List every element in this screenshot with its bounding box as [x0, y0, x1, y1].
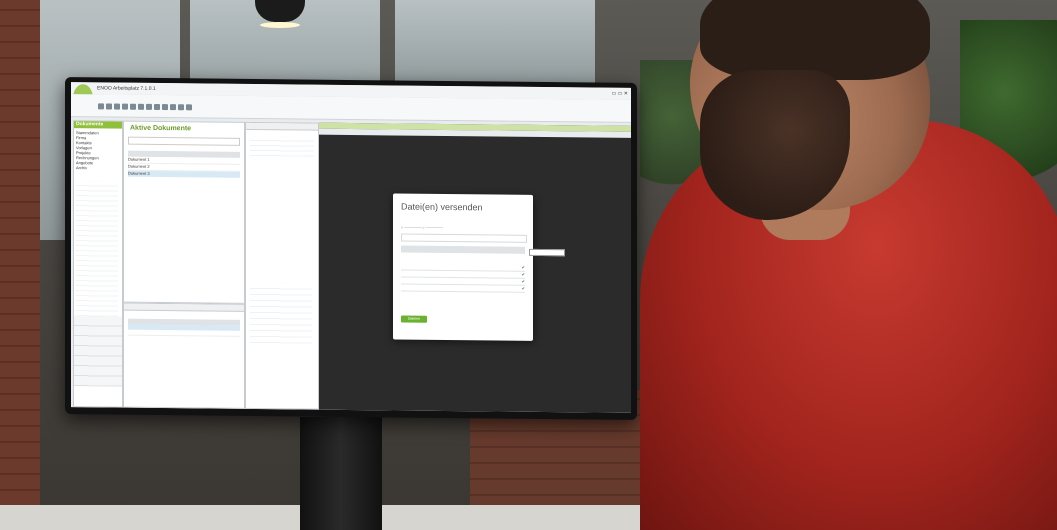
tooltip [529, 248, 565, 257]
details-tree [250, 135, 314, 157]
toolbar-icon[interactable] [114, 103, 120, 110]
check-icon[interactable]: ✔ [522, 265, 525, 271]
tree-list [76, 181, 118, 332]
documents-table-row[interactable]: Dokument 3 [128, 170, 240, 178]
toolbar-icon[interactable] [146, 103, 152, 110]
monitor-stand [300, 417, 382, 530]
check-icon[interactable]: ✔ [522, 272, 525, 278]
details-list [250, 282, 312, 344]
toolbar-icon[interactable] [178, 104, 184, 111]
toolbar-icon[interactable] [138, 103, 144, 110]
toolbar-icon[interactable] [186, 104, 192, 111]
toolbar-icon[interactable] [130, 103, 136, 110]
monitor-screen: ENOO Arbeitsplatz 7.1.0.1 ▭ ▭ ✕ Dokument… [71, 82, 631, 413]
window-controls[interactable]: ▭ ▭ ✕ [612, 88, 628, 100]
documents-panel: Aktive Dokumente Dokument 1 Dokument 2 D… [123, 120, 245, 304]
details-panel [245, 121, 319, 410]
dialog-option[interactable]: ○ ─────── ○ ─────── [401, 226, 443, 230]
recipient-input[interactable] [401, 233, 527, 243]
lamp-light [260, 22, 300, 28]
left-nav-panel: Dokumente Stammdaten Firma Kontakte Vorl… [73, 120, 123, 408]
send-files-dialog: Datei(en) versenden ○ ─────── ○ ─────── … [393, 193, 565, 341]
app-toolbar [71, 94, 631, 123]
background-window [395, 0, 595, 90]
check-icon[interactable]: ✔ [522, 286, 525, 292]
person-hair [700, 0, 930, 80]
lower-documents-panel [123, 302, 245, 409]
toolbar-icon[interactable] [154, 103, 160, 110]
toolbar-icon[interactable] [106, 103, 112, 110]
details-header [246, 122, 318, 131]
files-table-header [401, 245, 525, 254]
dialog-options[interactable]: ○ ─────── ○ ─────── [401, 216, 525, 230]
left-panel-header: Dokumente [74, 121, 122, 129]
file-row[interactable]: ✔ [401, 284, 525, 293]
toolbar-icon[interactable] [170, 104, 176, 111]
nav-sections[interactable] [74, 316, 122, 387]
lower-table-row[interactable] [128, 329, 240, 337]
toolbar-icon[interactable] [162, 104, 168, 111]
send-files-button[interactable]: Dateien versenden [401, 315, 427, 328]
documents-panel-title: Aktive Dokumente [130, 124, 192, 133]
toolbar-icon[interactable] [122, 103, 128, 110]
check-icon[interactable]: ✔ [522, 279, 525, 285]
dialog-title: Datei(en) versenden [401, 201, 483, 213]
documents-search-input[interactable] [128, 136, 240, 146]
app-title: ENOO Arbeitsplatz 7.1.0.1 [97, 85, 156, 92]
monitor: ENOO Arbeitsplatz 7.1.0.1 ▭ ▭ ✕ Dokument… [65, 77, 637, 420]
photo-scene: ENOO Arbeitsplatz 7.1.0.1 ▭ ▭ ✕ Dokument… [0, 0, 1057, 530]
toolbar-icon[interactable] [98, 103, 104, 110]
brick-wall [0, 0, 40, 505]
tree-item[interactable]: Archiv [76, 165, 120, 170]
lower-panel-tabs[interactable] [124, 303, 244, 312]
